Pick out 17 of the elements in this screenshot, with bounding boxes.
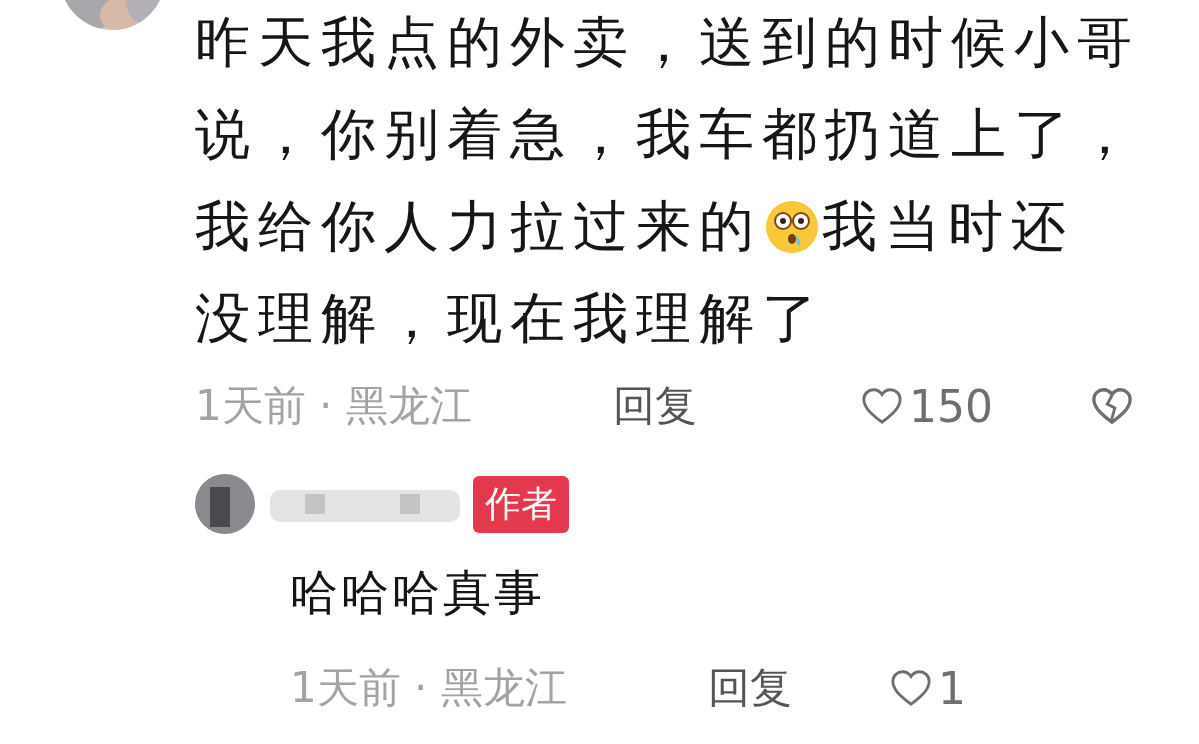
heart-icon[interactable] [861,387,903,425]
comment-text: 我给你人力拉过来的 [195,193,762,260]
reply-link[interactable]: 回复 [708,660,890,716]
like-count: 1 [938,662,966,714]
comment-text: 我当时还 [822,193,1074,260]
author-badge: 作者 [473,475,569,533]
comment-time: 1天前 · 黑龙江 [195,380,473,432]
comment-text: 说，你别着急，我车都扔道上了， [195,101,1140,168]
reply-time: 1天前 · 黑龙江 [290,662,568,714]
heart-icon[interactable] [890,669,932,707]
broken-heart-icon[interactable] [1091,387,1133,425]
surprised-face-icon [764,199,820,255]
comment-text: 没理解，现在我理解了 [195,285,825,352]
comment-text: 昨天我点的外卖，送到的时候小哥 [195,9,1140,76]
like-count: 150 [909,380,993,432]
reply-link[interactable]: 回复 [613,378,861,434]
reply-text: 哈哈哈真事 [290,563,545,622]
